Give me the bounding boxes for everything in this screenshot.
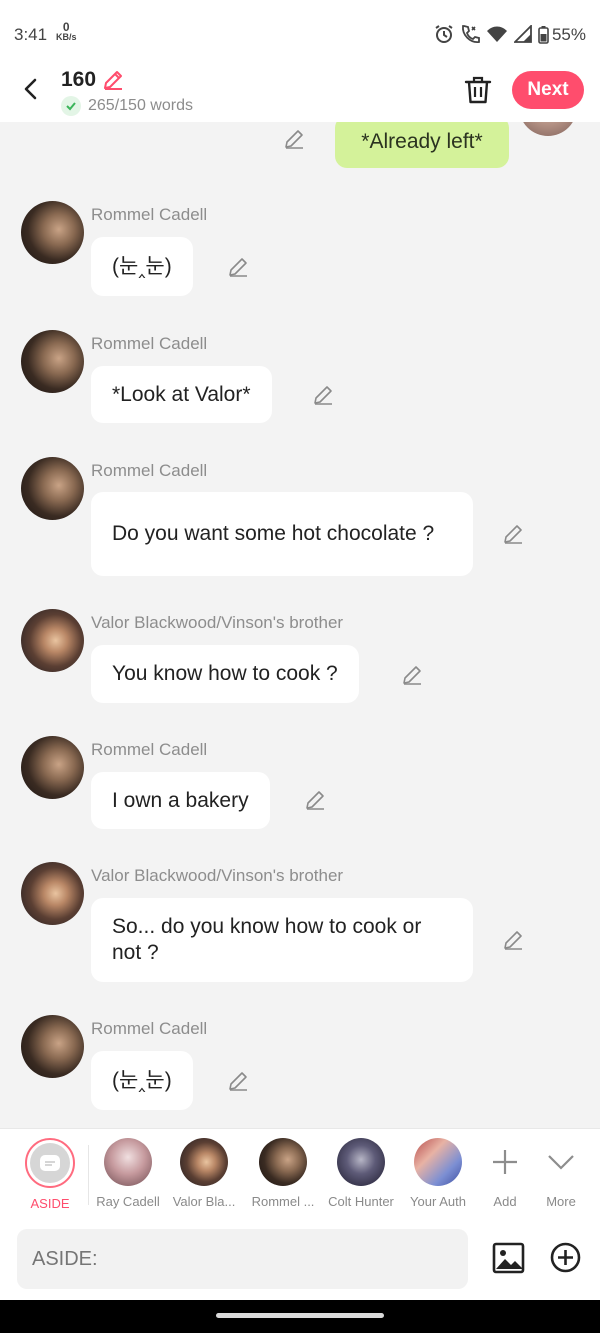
edit-message-icon[interactable] bbox=[401, 664, 423, 686]
character-label: Rommel ... bbox=[251, 1194, 315, 1209]
chat-bubble-icon bbox=[40, 1155, 60, 1171]
more-characters-button[interactable]: More bbox=[523, 1138, 599, 1209]
wifi-icon bbox=[487, 26, 507, 42]
character-label: Valor Bla... bbox=[172, 1194, 236, 1209]
word-count: 265/150 words bbox=[88, 97, 193, 114]
character-bar: ASIDE Ray Cadell Valor Bla... Rommel ...… bbox=[0, 1128, 600, 1220]
character-label: Ray Cadell bbox=[96, 1194, 160, 1209]
edit-message-icon[interactable] bbox=[312, 384, 334, 406]
character-label: More bbox=[546, 1194, 576, 1209]
alarm-icon bbox=[435, 25, 453, 43]
avatar[interactable] bbox=[21, 736, 84, 799]
battery-indicator: 55% bbox=[538, 25, 586, 45]
signal-icon bbox=[514, 25, 532, 43]
status-icons bbox=[434, 24, 532, 44]
character-aside[interactable]: ASIDE bbox=[12, 1138, 88, 1211]
input-bar bbox=[0, 1220, 600, 1300]
edit-title-icon[interactable] bbox=[102, 69, 124, 91]
aside-avatar bbox=[25, 1138, 75, 1188]
avatar bbox=[104, 1138, 152, 1186]
battery-icon bbox=[538, 26, 549, 44]
avatar[interactable] bbox=[21, 862, 84, 925]
avatar[interactable] bbox=[21, 457, 84, 520]
plus-circle-icon bbox=[550, 1242, 581, 1273]
character-label: Colt Hunter bbox=[328, 1194, 394, 1209]
insert-image-button[interactable] bbox=[492, 1242, 525, 1274]
avatar bbox=[259, 1138, 307, 1186]
chat-area[interactable]: *Already left* Rommel Cadell (눈‸눈) Romme… bbox=[0, 122, 600, 1128]
character-ray-cadell[interactable]: Ray Cadell bbox=[90, 1138, 166, 1209]
sender-name: Rommel Cadell bbox=[91, 1019, 208, 1038]
network-speed: 0 KB/s bbox=[56, 20, 77, 42]
avatar bbox=[414, 1138, 462, 1186]
character-rommel[interactable]: Rommel ... bbox=[245, 1138, 321, 1209]
character-valor[interactable]: Valor Bla... bbox=[166, 1138, 242, 1209]
edit-message-icon[interactable] bbox=[283, 128, 305, 150]
plus-icon bbox=[493, 1150, 517, 1174]
character-label: ASIDE bbox=[30, 1196, 70, 1211]
more-options-button[interactable] bbox=[550, 1242, 581, 1273]
character-label: Your Auth bbox=[410, 1194, 466, 1209]
page-title: 160 bbox=[61, 68, 97, 91]
divider bbox=[88, 1145, 89, 1205]
edit-message-icon[interactable] bbox=[502, 929, 524, 951]
title-block: 160 265/150 words bbox=[61, 68, 193, 116]
sender-name: Rommel Cadell bbox=[91, 461, 208, 480]
self-avatar bbox=[519, 122, 577, 136]
message-bubble[interactable]: (눈‸눈) bbox=[91, 237, 193, 296]
character-colt-hunter[interactable]: Colt Hunter bbox=[323, 1138, 399, 1209]
home-handle[interactable] bbox=[216, 1313, 384, 1318]
check-icon bbox=[61, 96, 81, 116]
message-bubble[interactable]: *Look at Valor* bbox=[91, 366, 272, 423]
edit-message-icon[interactable] bbox=[502, 523, 524, 545]
avatar[interactable] bbox=[21, 330, 84, 393]
trash-icon bbox=[464, 76, 492, 104]
delete-button[interactable] bbox=[464, 75, 492, 105]
avatar[interactable] bbox=[21, 201, 84, 264]
edit-message-icon[interactable] bbox=[227, 1070, 249, 1092]
back-button[interactable] bbox=[18, 76, 44, 102]
message-input[interactable] bbox=[17, 1229, 468, 1289]
character-your-author[interactable]: Your Auth bbox=[400, 1138, 476, 1209]
avatar bbox=[337, 1138, 385, 1186]
image-icon bbox=[492, 1242, 525, 1274]
sender-name: Rommel Cadell bbox=[91, 334, 208, 353]
self-message-bubble[interactable]: *Already left* bbox=[335, 122, 509, 168]
message-bubble[interactable]: You know how to cook ? bbox=[91, 645, 359, 703]
call-icon bbox=[462, 25, 480, 43]
edit-message-icon[interactable] bbox=[227, 256, 249, 278]
edit-message-icon[interactable] bbox=[304, 789, 326, 811]
system-nav-bar bbox=[0, 1300, 600, 1333]
next-button[interactable]: Next bbox=[512, 71, 584, 109]
message-bubble[interactable]: So... do you know how to cook or not ? bbox=[91, 898, 473, 982]
sender-name: Rommel Cadell bbox=[91, 205, 208, 224]
sender-name: Valor Blackwood/Vinson's brother bbox=[91, 866, 344, 885]
chevron-down-icon bbox=[548, 1155, 574, 1170]
message-bubble[interactable]: (눈‸눈) bbox=[91, 1051, 193, 1110]
sender-name: Valor Blackwood/Vinson's brother bbox=[91, 613, 344, 632]
status-time: 3:41 bbox=[14, 25, 48, 44]
chevron-left-icon bbox=[24, 78, 37, 100]
message-bubble[interactable]: I own a bakery bbox=[91, 772, 270, 829]
status-bar: 3:41 0 KB/s 55% bbox=[0, 0, 600, 62]
sender-name: Rommel Cadell bbox=[91, 740, 208, 759]
avatar[interactable] bbox=[21, 609, 84, 672]
message-bubble[interactable]: Do you want some hot chocolate ? bbox=[91, 492, 473, 576]
avatar bbox=[180, 1138, 228, 1186]
header: 160 265/150 words Next bbox=[0, 62, 600, 122]
avatar[interactable] bbox=[21, 1015, 84, 1078]
